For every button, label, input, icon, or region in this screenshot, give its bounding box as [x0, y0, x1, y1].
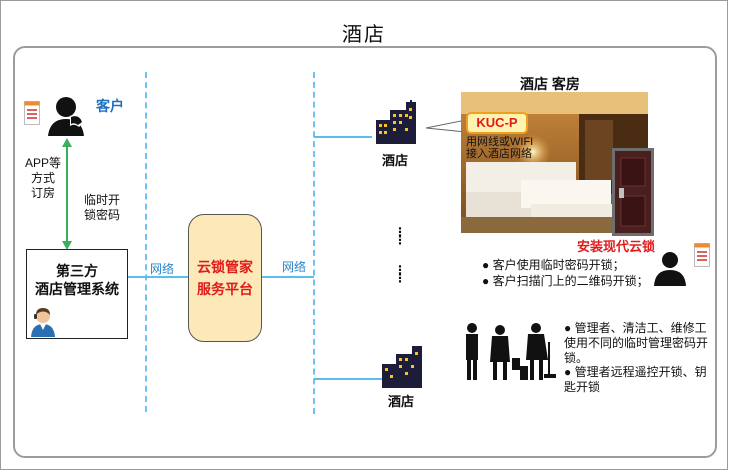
building-icon — [382, 344, 428, 388]
temp-code-line: 临时开 — [83, 193, 120, 207]
smart-lock-title: 安装现代云锁 — [577, 239, 656, 254]
diagram-title: 酒店 — [342, 24, 386, 46]
hotel-label-bottom: 酒店 — [388, 394, 415, 409]
kuc-connector — [425, 118, 467, 134]
staff-bullet-line: 锁。 — [564, 351, 589, 365]
document-icon — [24, 101, 40, 125]
platform-title-line: 云锁管家 — [197, 259, 253, 275]
more-hotels-dots-2: ⋮ ⋮ — [394, 263, 406, 285]
more-hotels-dots-1: ⋮ ⋮ — [394, 225, 406, 247]
kuc-note-line: 用网线或WIFI — [466, 136, 534, 148]
hotel-label-top: 酒店 — [382, 153, 409, 168]
guest-bullet-2: ● 客户扫描门上的二维码开锁； — [482, 274, 649, 288]
staff-bullet-2: ● 管理者远程遥控开锁、钥 匙开锁 — [564, 365, 707, 395]
kuc-note-line: 接入酒店网络 — [466, 148, 532, 160]
person-icon — [652, 250, 688, 286]
temp-code-arrow — [60, 138, 74, 250]
pms-title: 第三方 酒店管理系统 — [26, 262, 128, 298]
network-label-right: 网络 — [282, 260, 307, 274]
customer-label: 客户 — [96, 98, 124, 114]
document-icon — [694, 243, 710, 267]
kuc-note: 用网线或WIFI 接入酒店网络 — [466, 136, 533, 160]
pms-title-line: 第三方 — [56, 263, 98, 279]
divider-left — [145, 72, 147, 412]
temp-code-line: 锁密码 — [83, 208, 120, 222]
connector-hotel-bottom — [314, 378, 382, 380]
pms-title-line: 酒店管理系统 — [35, 281, 119, 297]
staff-bullet-line: ● 管理者远程遥控开锁、钥 — [564, 365, 707, 379]
temp-code-note: 临时开 锁密码 — [78, 193, 126, 223]
platform-title: 云锁管家 服务平台 — [188, 256, 262, 300]
staff-bullet-1: ● 管理者、清洁工、维修工 使用不同的临时管理密码开 锁。 — [564, 321, 708, 366]
building-icon — [376, 100, 422, 144]
door-lock-icon — [612, 148, 654, 236]
connector-platform-trunk — [262, 276, 314, 278]
divider-right — [313, 72, 315, 414]
staff-bullet-line: ● 管理者、清洁工、维修工 — [564, 321, 707, 335]
staff-group-icon — [462, 322, 558, 380]
connector-hotel-top — [314, 136, 372, 138]
guest-bullet-1: ● 客户使用临时密码开锁； — [482, 258, 625, 272]
kuc-p-badge: KUC-P — [466, 112, 528, 134]
hotel-room-title: 酒店 客房 — [520, 76, 580, 92]
platform-title-line: 服务平台 — [197, 281, 253, 297]
staff-bullet-line: 匙开锁 — [564, 380, 601, 394]
support-agent-icon — [30, 307, 56, 337]
staff-bullet-line: 使用不同的临时管理密码开 — [564, 336, 709, 350]
phone-user-icon — [46, 96, 88, 136]
network-label-left: 网络 — [150, 262, 175, 276]
